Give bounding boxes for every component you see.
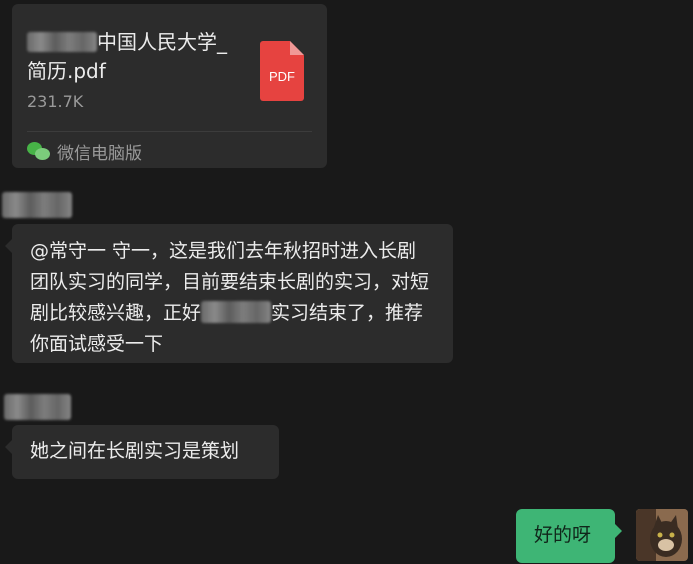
redacted-name-inline	[201, 300, 272, 323]
message-text: 她之间在长剧实习是策划	[30, 440, 240, 462]
own-message-text: 好的呀	[534, 524, 592, 546]
user-avatar[interactable]	[636, 509, 688, 561]
card-divider	[27, 131, 312, 132]
pdf-fold-corner	[290, 41, 304, 55]
message-bubble[interactable]: 她之间在长剧实习是策划	[5, 425, 279, 479]
message-bubble[interactable]: @常守一 守一，这是我们去年秋招时进入长剧团队实习的同学，目前要结束长剧的实习，…	[5, 224, 453, 363]
source-label: 微信电脑版	[57, 143, 142, 164]
wechat-logo-icon	[27, 140, 51, 162]
cat-avatar-image	[636, 509, 688, 561]
file-name: 中国人民大学_简历.pdf	[27, 30, 227, 83]
sender-name-redacted	[4, 394, 71, 420]
redacted-name	[27, 31, 97, 52]
file-message-card[interactable]: 中国人民大学_简历.pdf 231.7K PDF 微信电脑版	[12, 4, 327, 168]
file-size: 231.7K	[27, 92, 84, 111]
sender-name-redacted	[2, 192, 72, 218]
pdf-label: PDF	[269, 69, 295, 84]
own-message-bubble[interactable]: 好的呀	[516, 509, 622, 563]
chat-area: 中国人民大学_简历.pdf 231.7K PDF 微信电脑版 @常守一 守一，这…	[0, 0, 693, 564]
file-source: 微信电脑版	[27, 138, 142, 164]
